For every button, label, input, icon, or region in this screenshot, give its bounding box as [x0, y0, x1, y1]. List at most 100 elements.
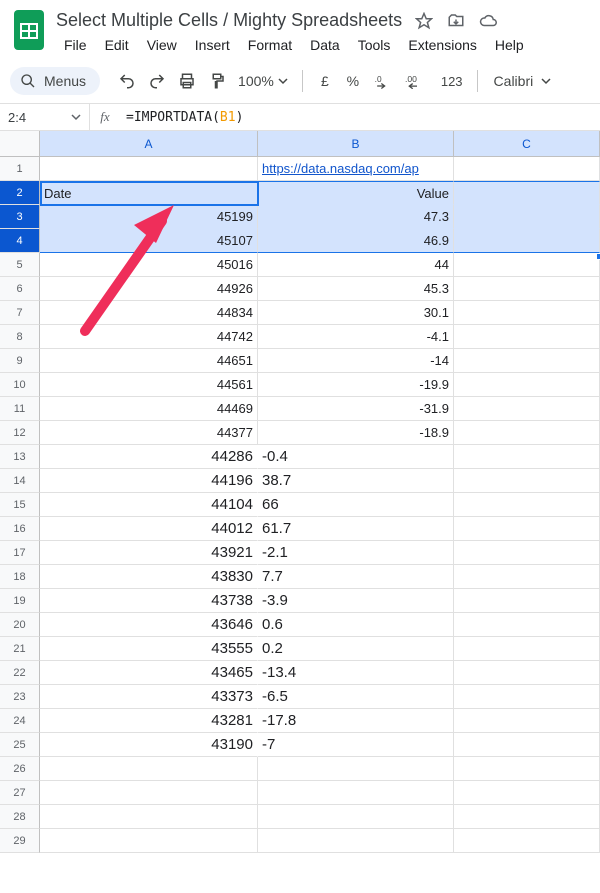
cell[interactable]: -0.4	[258, 445, 454, 469]
cell[interactable]: -19.9	[258, 373, 454, 397]
cell[interactable]	[454, 325, 600, 349]
cell[interactable]	[454, 469, 600, 493]
row-header[interactable]: 26	[0, 757, 40, 781]
cell[interactable]	[454, 349, 600, 373]
menu-edit[interactable]: Edit	[97, 33, 137, 57]
row-header[interactable]: 7	[0, 301, 40, 325]
cell[interactable]: 43738	[40, 589, 258, 613]
cell[interactable]: 46.9	[258, 229, 454, 253]
cell[interactable]: Value	[258, 181, 454, 205]
cell[interactable]: -31.9	[258, 397, 454, 421]
cell[interactable]: 44377	[40, 421, 258, 445]
col-header-a[interactable]: A	[40, 131, 258, 157]
cell[interactable]	[454, 421, 600, 445]
percent-button[interactable]: %	[341, 67, 365, 95]
menu-tools[interactable]: Tools	[350, 33, 399, 57]
cell[interactable]: 43190	[40, 733, 258, 757]
row-header[interactable]: 24	[0, 709, 40, 733]
cell[interactable]: 44196	[40, 469, 258, 493]
menu-file[interactable]: File	[56, 33, 95, 57]
cell[interactable]: 38.7	[258, 469, 454, 493]
menu-extensions[interactable]: Extensions	[400, 33, 484, 57]
cell[interactable]	[258, 757, 454, 781]
sheets-logo[interactable]	[12, 8, 46, 52]
cell[interactable]	[454, 829, 600, 853]
cell[interactable]: 45016	[40, 253, 258, 277]
cell[interactable]	[454, 301, 600, 325]
cell[interactable]: 45.3	[258, 277, 454, 301]
cell[interactable]: 30.1	[258, 301, 454, 325]
col-header-c[interactable]: C	[454, 131, 600, 157]
cell[interactable]: -14	[258, 349, 454, 373]
cloud-status-icon[interactable]	[478, 11, 498, 31]
cell[interactable]: 43373	[40, 685, 258, 709]
cell[interactable]	[258, 829, 454, 853]
row-header[interactable]: 21	[0, 637, 40, 661]
cell[interactable]: 43555	[40, 637, 258, 661]
menu-help[interactable]: Help	[487, 33, 532, 57]
cell[interactable]	[454, 205, 600, 229]
cell[interactable]: 43646	[40, 613, 258, 637]
row-header[interactable]: 11	[0, 397, 40, 421]
cell[interactable]	[454, 805, 600, 829]
cell[interactable]	[454, 685, 600, 709]
row-header[interactable]: 16	[0, 517, 40, 541]
cell[interactable]: -4.1	[258, 325, 454, 349]
cell[interactable]: -18.9	[258, 421, 454, 445]
cell[interactable]: 44012	[40, 517, 258, 541]
cell[interactable]	[454, 181, 600, 205]
cell[interactable]: 44469	[40, 397, 258, 421]
cell[interactable]	[258, 805, 454, 829]
menu-format[interactable]: Format	[240, 33, 300, 57]
col-header-b[interactable]: B	[258, 131, 454, 157]
undo-button[interactable]	[114, 67, 140, 95]
cell[interactable]: 44561	[40, 373, 258, 397]
row-header[interactable]: 18	[0, 565, 40, 589]
cell[interactable]: 43281	[40, 709, 258, 733]
row-header[interactable]: 25	[0, 733, 40, 757]
cell[interactable]: -2.1	[258, 541, 454, 565]
row-header[interactable]: 19	[0, 589, 40, 613]
row-header[interactable]: 23	[0, 685, 40, 709]
cell[interactable]: 0.2	[258, 637, 454, 661]
cell[interactable]	[454, 757, 600, 781]
star-icon[interactable]	[414, 11, 434, 31]
cell[interactable]	[40, 805, 258, 829]
row-header[interactable]: 17	[0, 541, 40, 565]
cell[interactable]	[454, 541, 600, 565]
cell[interactable]: 0.6	[258, 613, 454, 637]
cell[interactable]: 44926	[40, 277, 258, 301]
row-header[interactable]: 14	[0, 469, 40, 493]
cell[interactable]: -7	[258, 733, 454, 757]
cell[interactable]: 66	[258, 493, 454, 517]
cell[interactable]	[454, 637, 600, 661]
number-format-button[interactable]: 123	[437, 67, 467, 95]
decrease-decimal-button[interactable]: .0	[369, 67, 397, 95]
cell[interactable]: 44651	[40, 349, 258, 373]
row-header[interactable]: 3	[0, 205, 40, 229]
row-header[interactable]: 15	[0, 493, 40, 517]
cell[interactable]	[454, 445, 600, 469]
cell[interactable]	[454, 589, 600, 613]
cell[interactable]	[454, 253, 600, 277]
cell[interactable]	[454, 709, 600, 733]
row-header[interactable]: 5	[0, 253, 40, 277]
cell[interactable]: 47.3	[258, 205, 454, 229]
cell[interactable]	[454, 277, 600, 301]
cell[interactable]: 43830	[40, 565, 258, 589]
name-box[interactable]: 2:4	[0, 104, 90, 130]
increase-decimal-button[interactable]: .00	[401, 67, 433, 95]
document-name[interactable]: Select Multiple Cells / Mighty Spreadshe…	[56, 10, 402, 31]
cell[interactable]	[454, 565, 600, 589]
row-header[interactable]: 8	[0, 325, 40, 349]
spreadsheet-grid[interactable]: A B C 1https://data.nasdaq.com/ap2DateVa…	[0, 131, 600, 853]
cell[interactable]: 44742	[40, 325, 258, 349]
cell[interactable]	[454, 517, 600, 541]
cell[interactable]: 44	[258, 253, 454, 277]
row-header[interactable]: 1	[0, 157, 40, 181]
select-all-corner[interactable]	[0, 131, 40, 157]
cell[interactable]	[258, 781, 454, 805]
row-header[interactable]: 28	[0, 805, 40, 829]
cell[interactable]: -17.8	[258, 709, 454, 733]
row-header[interactable]: 10	[0, 373, 40, 397]
